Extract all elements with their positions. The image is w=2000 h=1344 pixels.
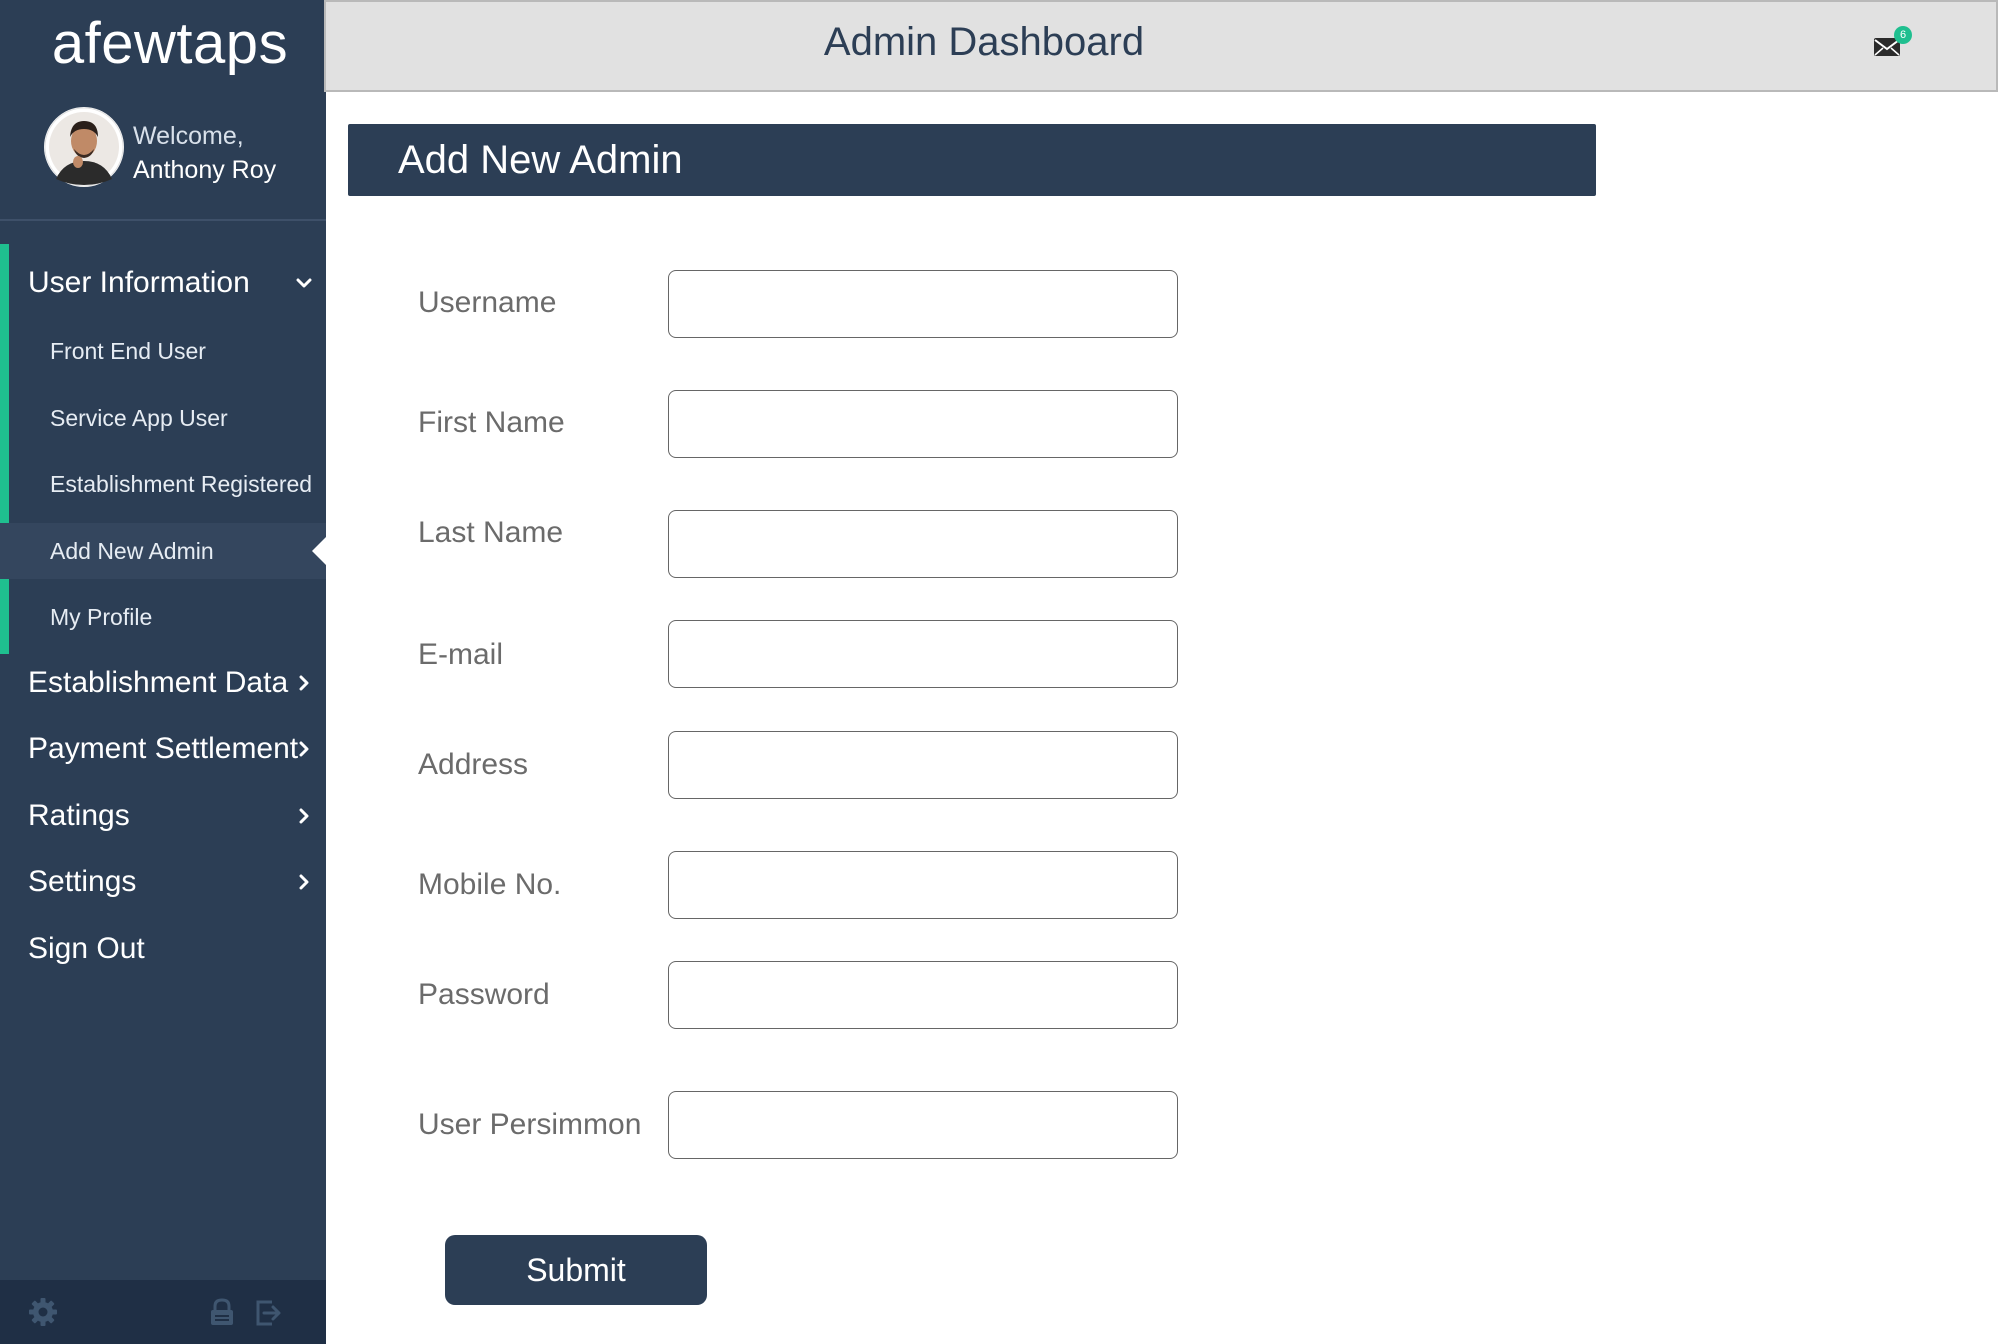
password-field[interactable] <box>668 961 1178 1029</box>
username-label: Username <box>418 286 557 319</box>
sidebar-divider <box>0 219 326 221</box>
sidebar-subitem-label: My Profile <box>50 603 153 630</box>
sidebar-item-label: Sign Out <box>28 932 145 965</box>
sidebar-item-my-profile[interactable]: My Profile <box>0 589 326 645</box>
logout-icon[interactable] <box>252 1296 284 1328</box>
sidebar-item-settings[interactable]: Settings <box>0 852 326 912</box>
sidebar-subitem-label: Front End User <box>50 337 206 364</box>
sidebar-item-front-end-user[interactable]: Front End User <box>0 323 326 379</box>
sidebar-item-label: User Information <box>28 266 250 299</box>
chevron-right-icon <box>296 808 312 824</box>
section-heading: Add New Admin <box>398 138 683 182</box>
notification-badge: 6 <box>1894 26 1912 44</box>
sidebar-item-user-information[interactable]: User Information <box>0 253 326 313</box>
user-name: Anthony Roy <box>133 156 277 184</box>
username-field[interactable] <box>668 270 1178 338</box>
first-name-label: First Name <box>418 406 565 439</box>
sidebar-subitem-label: Add New Admin <box>50 537 214 564</box>
password-label: Password <box>418 978 550 1011</box>
avatar <box>44 107 124 187</box>
submit-button[interactable]: Submit <box>445 1235 707 1305</box>
sidebar-item-service-app-user[interactable]: Service App User <box>0 390 326 446</box>
brand-logo: afewtaps <box>51 11 289 76</box>
sidebar-subitem-label: Service App User <box>50 404 228 431</box>
user-permission-label: User Persimmon <box>418 1108 642 1141</box>
sidebar-item-label: Settings <box>28 865 137 898</box>
chevron-right-icon <box>296 874 312 890</box>
sidebar-footer <box>0 1280 326 1344</box>
header-bar: Admin Dashboard 6 <box>324 0 1998 92</box>
first-name-field[interactable] <box>668 390 1178 458</box>
sidebar-item-add-new-admin[interactable]: Add New Admin <box>0 523 326 579</box>
gear-icon[interactable] <box>27 1296 59 1328</box>
welcome-text: Welcome, <box>133 122 244 150</box>
chevron-right-icon <box>296 675 312 691</box>
lock-icon[interactable] <box>206 1296 238 1328</box>
sidebar-item-establishment-data[interactable]: Establishment Data <box>0 653 326 713</box>
sidebar-subitem-label: Establishment Registered <box>50 470 313 497</box>
sidebar-item-label: Ratings <box>28 799 130 832</box>
sidebar: afewtaps Welcome, Anthony Roy User Infor… <box>0 0 326 1344</box>
address-label: Address <box>418 748 529 781</box>
email-label: E-mail <box>418 638 504 671</box>
page-title: Admin Dashboard <box>823 20 1145 64</box>
chevron-down-icon <box>296 275 312 291</box>
user-permission-field[interactable] <box>668 1091 1178 1159</box>
sidebar-item-label: Establishment Data <box>28 666 289 699</box>
last-name-field[interactable] <box>668 510 1178 578</box>
last-name-label: Last Name <box>418 516 564 549</box>
address-field[interactable] <box>668 731 1178 799</box>
section-heading-bar: Add New Admin <box>348 124 1596 196</box>
sidebar-item-payment-settlement[interactable]: Payment Settlement <box>0 719 326 779</box>
sidebar-item-ratings[interactable]: Ratings <box>0 786 326 846</box>
email-field[interactable] <box>668 620 1178 688</box>
chevron-right-icon <box>296 741 312 757</box>
sidebar-item-label: Payment Settlement <box>28 732 299 765</box>
sidebar-item-establishment-registered[interactable]: Establishment Registered <box>0 456 326 512</box>
mobile-field[interactable] <box>668 851 1178 919</box>
sidebar-item-sign-out[interactable]: Sign Out <box>0 919 326 979</box>
mobile-label: Mobile No. <box>418 868 562 901</box>
